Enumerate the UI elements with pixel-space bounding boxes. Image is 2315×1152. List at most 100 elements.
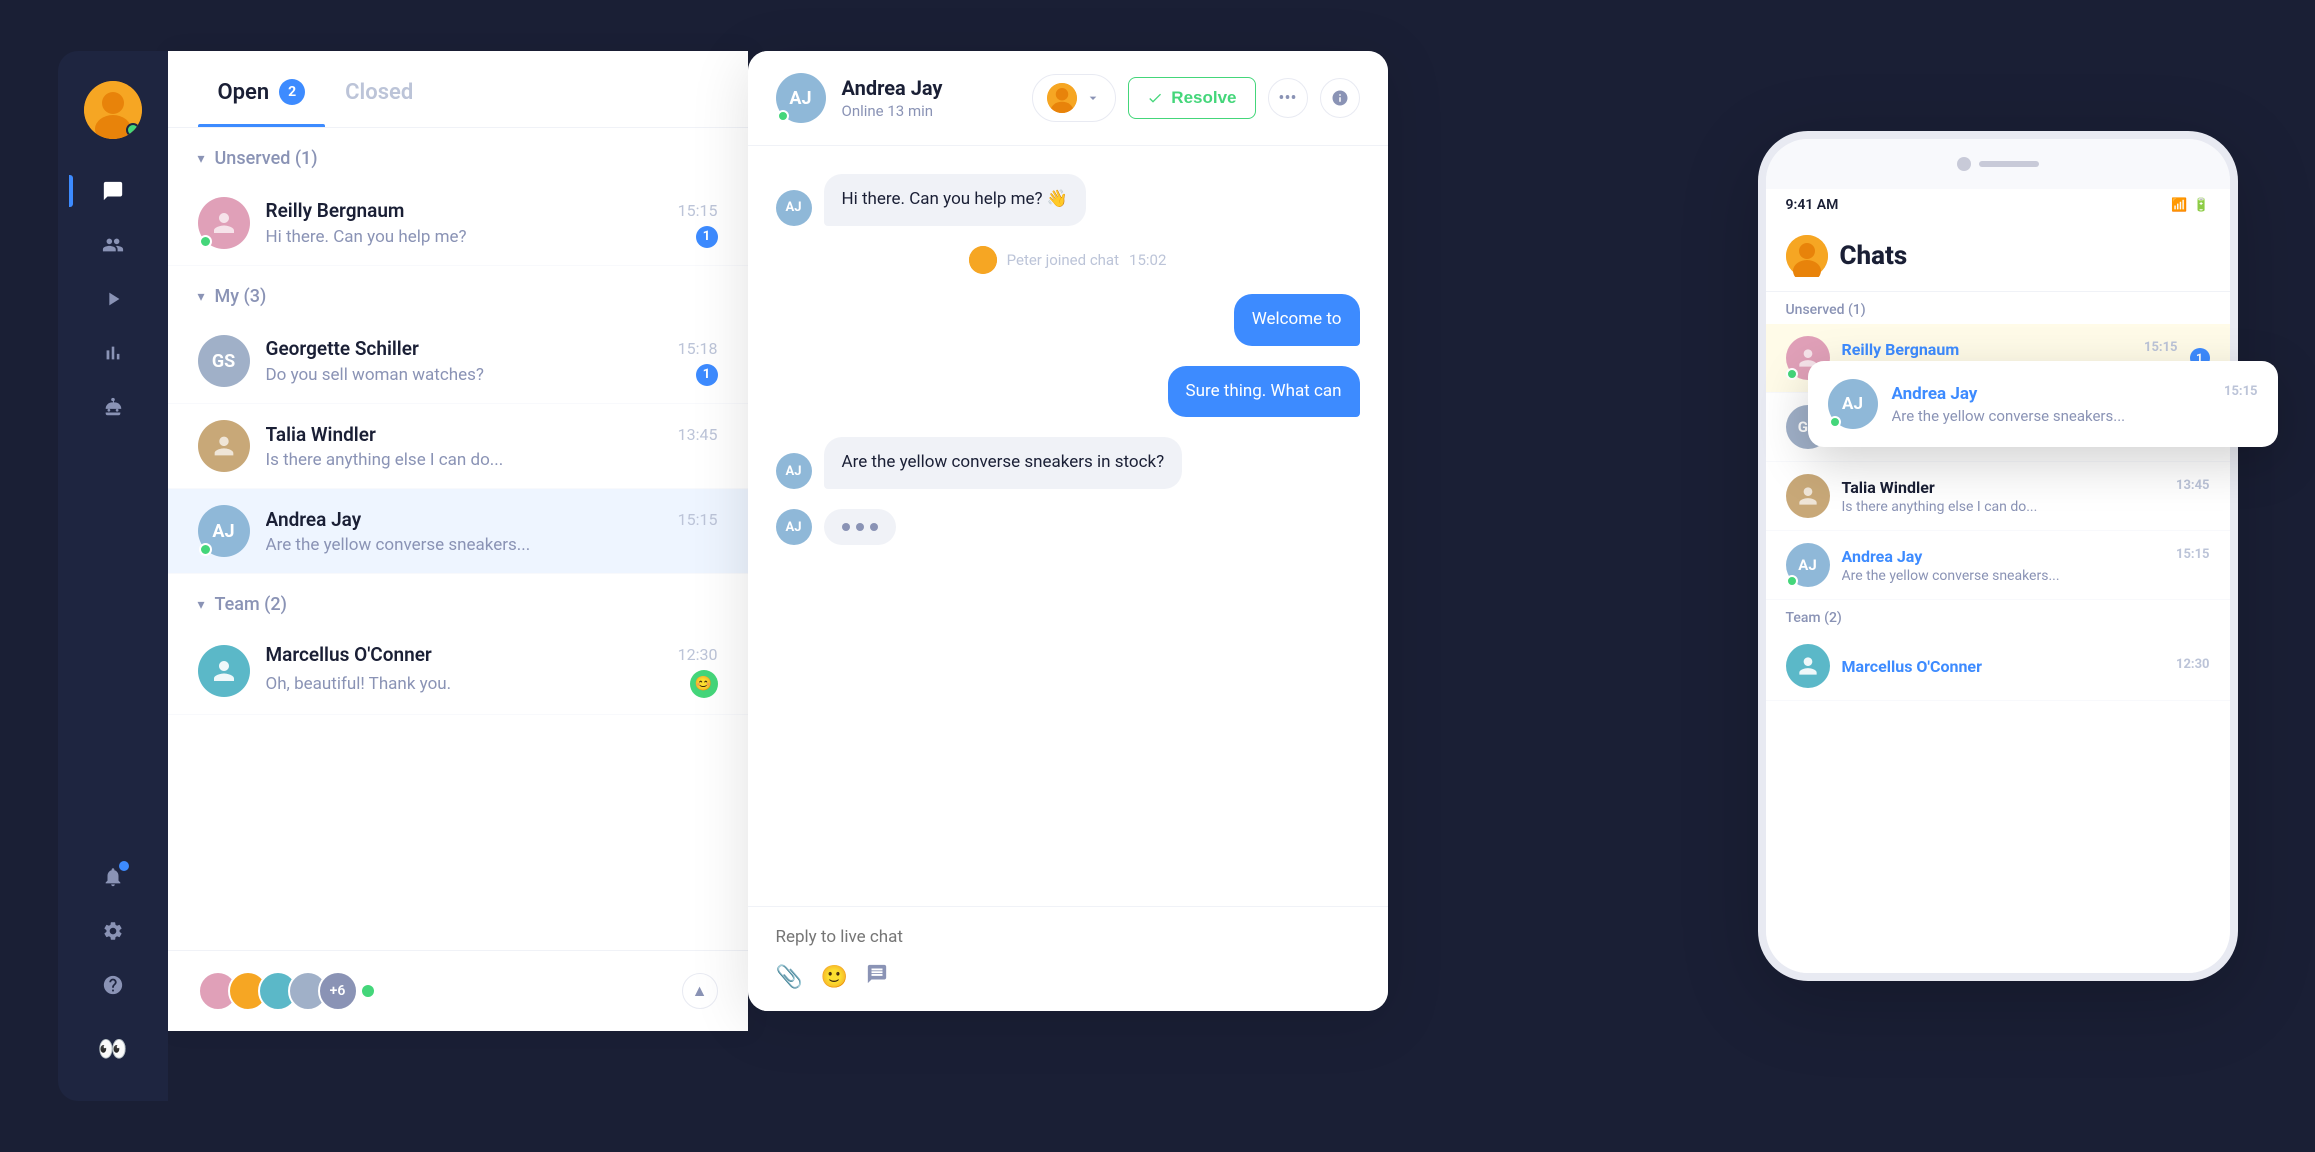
reply-toolbar: 📎 🙂	[776, 963, 1360, 991]
sidebar: 👀	[58, 51, 168, 1101]
message-row-4: Sure thing. What can	[776, 366, 1360, 418]
chat-info-talia: Talia Windler 13:45 Is there anything el…	[266, 423, 718, 470]
attachment-button[interactable]: 📎	[776, 963, 803, 991]
section-unserved-label: Unserved (1)	[215, 148, 318, 169]
sidebar-item-notifications[interactable]	[91, 855, 135, 899]
phone-avatar-andrea: AJ	[1786, 543, 1830, 587]
section-team[interactable]: ▾ Team (2)	[168, 574, 748, 627]
sidebar-item-reports[interactable]	[91, 331, 135, 375]
message-row-5: AJ Are the yellow converse sneakers in s…	[776, 437, 1360, 489]
contact-initials: AJ	[789, 88, 811, 109]
template-button[interactable]	[866, 963, 888, 991]
chevron-down-icon: ▾	[198, 151, 205, 167]
online-indicator-reilly	[199, 235, 212, 248]
chat-tabs: Open 2 Closed	[168, 51, 748, 128]
agent-chip[interactable]	[1032, 74, 1116, 122]
notification-initials: AJ	[1842, 394, 1863, 414]
reply-input[interactable]	[776, 927, 1360, 947]
chat-time-marcellus: 12:30	[678, 645, 718, 664]
agents-online-dot	[362, 985, 374, 997]
chat-item-marcellus[interactable]: Marcellus O'Conner 12:30 Oh, beautiful! …	[168, 627, 748, 715]
chat-info-andrea: Andrea Jay 15:15 Are the yellow converse…	[266, 508, 718, 555]
section-my[interactable]: ▾ My (3)	[168, 266, 748, 319]
info-button[interactable]	[1320, 78, 1360, 118]
msg-avatar-aj-2: AJ	[776, 453, 812, 489]
agent-avatar-count: +6	[318, 971, 358, 1011]
chat-contact-avatar: AJ	[776, 73, 826, 123]
notification-card[interactable]: AJ Andrea Jay 15:15 Are the yellow conve…	[1808, 361, 2278, 447]
chat-info-georgette: Georgette Schiller 15:18 Do you sell wom…	[266, 337, 718, 386]
phone-chat-preview-talia: Is there anything else I can do...	[1842, 499, 2210, 515]
phone-chat-preview-andrea: Are the yellow converse sneakers...	[1842, 568, 2210, 584]
typing-dot-2	[856, 523, 864, 531]
phone-online-andrea	[1786, 575, 1798, 587]
sidebar-item-contacts[interactable]	[91, 223, 135, 267]
phone-chat-item-talia[interactable]: Talia Windler 13:45 Is there anything el…	[1766, 462, 2230, 531]
chevron-down-icon-team: ▾	[198, 597, 205, 613]
phone-chat-name-andrea: Andrea Jay 15:15	[1842, 547, 2210, 566]
chat-item-georgette[interactable]: GS Georgette Schiller 15:18 Do you sell …	[168, 319, 748, 404]
emoji-button[interactable]: 🙂	[821, 963, 848, 991]
chat-time-georgette: 15:18	[678, 339, 718, 358]
resolve-button[interactable]: Resolve	[1128, 77, 1255, 119]
emoji-badge-marcellus: 😊	[690, 670, 718, 698]
chat-item-andrea[interactable]: AJ Andrea Jay 15:15 Are the yellow conve…	[168, 489, 748, 574]
contact-online-dot	[777, 110, 789, 122]
phone-app-title: Chats	[1840, 241, 1908, 271]
phone-chat-info-marcellus: Marcellus O'Conner 12:30	[1842, 657, 2210, 676]
info-icon	[1331, 89, 1349, 107]
message-bubble-5: Are the yellow converse sneakers in stoc…	[824, 437, 1183, 489]
phone-mockup: 9:41 AM 📶 🔋 Chats Unserved (1)	[1758, 131, 2238, 981]
sidebar-item-settings[interactable]	[91, 909, 135, 953]
phone-chat-header: Chats	[1766, 221, 2230, 292]
phone-chat-info-talia: Talia Windler 13:45 Is there anything el…	[1842, 478, 2210, 515]
message-bubble-4: Sure thing. What can	[1168, 366, 1360, 418]
chat-window: AJ Andrea Jay Online 13 min	[748, 51, 1388, 1011]
tab-open[interactable]: Open 2	[198, 51, 326, 127]
notification-preview: Are the yellow converse sneakers...	[1892, 407, 2258, 425]
avatar-initials-andrea: AJ	[212, 521, 234, 542]
phone-chat-info-andrea: Andrea Jay 15:15 Are the yellow converse…	[1842, 547, 2210, 584]
phone-notch	[1766, 139, 2230, 189]
sidebar-item-bots[interactable]	[91, 385, 135, 429]
phone-chat-name-marcellus: Marcellus O'Conner 12:30	[1842, 657, 2210, 676]
chat-header-info: Andrea Jay Online 13 min	[842, 76, 1017, 120]
section-unserved[interactable]: ▾ Unserved (1)	[168, 128, 748, 181]
sidebar-item-chat[interactable]	[91, 169, 135, 213]
typing-dot-1	[842, 523, 850, 531]
phone-time: 9:41 AM	[1786, 197, 1839, 213]
unread-badge-georgette: 1	[696, 364, 718, 386]
chat-item-talia[interactable]: Talia Windler 13:45 Is there anything el…	[168, 404, 748, 489]
typing-dot-3	[870, 523, 878, 531]
chat-preview-talia: Is there anything else I can do...	[266, 450, 504, 470]
section-team-label: Team (2)	[215, 594, 287, 615]
tab-closed[interactable]: Closed	[325, 51, 433, 127]
avatar-initials-georgette: GS	[212, 351, 235, 372]
chat-preview-reilly: Hi there. Can you help me?	[266, 227, 467, 247]
phone-avatar-talia	[1786, 474, 1830, 518]
tab-open-label: Open	[218, 80, 270, 105]
notification-avatar: AJ	[1828, 379, 1878, 429]
phone-chat-item-marcellus[interactable]: Marcellus O'Conner 12:30	[1766, 632, 2230, 701]
agent-avatars-group: +6	[198, 971, 374, 1011]
agent-chip-avatar	[1047, 83, 1077, 113]
more-options-button[interactable]: •••	[1268, 78, 1308, 118]
phone-status-icons: 📶 🔋	[2171, 198, 2209, 213]
message-bubble-3: Welcome to	[1234, 294, 1360, 346]
notification-online-dot	[1829, 416, 1841, 428]
user-avatar[interactable]	[84, 81, 142, 139]
sidebar-item-campaigns[interactable]	[91, 277, 135, 321]
system-time-peter: 15:02	[1129, 251, 1166, 269]
message-bubble-1: Hi there. Can you help me? 👋	[824, 174, 1086, 226]
sidebar-item-help[interactable]	[91, 963, 135, 1007]
notification-info: Andrea Jay 15:15 Are the yellow converse…	[1892, 384, 2258, 425]
phone-chat-item-andrea[interactable]: AJ Andrea Jay 15:15 Are the yellow conve…	[1766, 531, 2230, 600]
typing-indicator	[824, 509, 896, 545]
chat-item-reilly[interactable]: Reilly Bergnaum 15:15 Hi there. Can you …	[168, 181, 748, 266]
collapse-button[interactable]: ▲	[682, 973, 718, 1009]
chat-preview-marcellus: Oh, beautiful! Thank you.	[266, 674, 452, 694]
online-indicator-andrea	[199, 543, 212, 556]
battery-icon: 🔋	[2193, 198, 2209, 213]
chat-name-reilly: Reilly Bergnaum	[266, 199, 405, 222]
sidebar-item-chatwoot[interactable]: 👀	[91, 1027, 135, 1071]
